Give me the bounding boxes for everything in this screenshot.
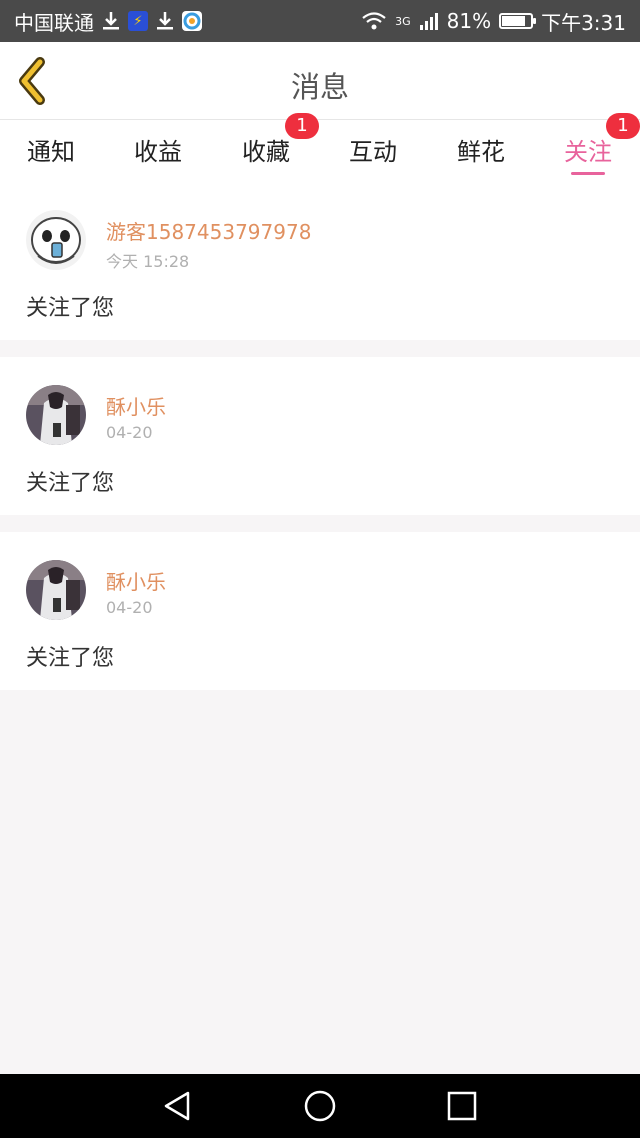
timestamp: 今天 15:28: [106, 252, 190, 271]
battery-percent: 81%: [446, 9, 492, 33]
wifi-icon: [361, 11, 387, 31]
favorites-unread-badge: 1: [285, 113, 319, 139]
back-triangle-icon: [164, 1091, 190, 1121]
status-bar-right: 3G 81% 下午3:31: [361, 7, 626, 36]
divider: [0, 515, 640, 532]
status-bar: 中国联通 ⚡ 3G 81% 下午3:31: [0, 0, 640, 42]
clock: 下午3:31: [541, 10, 626, 35]
battery-icon: [499, 13, 537, 29]
username[interactable]: 酥小乐: [106, 566, 166, 595]
status-bar-left: 中国联通 ⚡: [14, 7, 202, 36]
nav-recents-button[interactable]: [444, 1088, 480, 1124]
download-icon: [102, 11, 120, 31]
message-text: 关注了您: [26, 471, 115, 496]
timestamp: 04-20: [106, 423, 153, 442]
app-icon: [182, 11, 202, 31]
avatar[interactable]: [26, 210, 86, 270]
home-circle-icon: [304, 1090, 336, 1122]
list-item[interactable]: 酥小乐 04-20 关注了您: [0, 532, 640, 690]
list-item[interactable]: 游客1587453797978 今天 15:28 关注了您: [0, 182, 640, 340]
avatar[interactable]: [26, 385, 86, 445]
message-text: 关注了您: [26, 646, 115, 671]
timestamp: 04-20: [106, 598, 153, 617]
download-icon: [156, 11, 174, 31]
photo-avatar-icon: [26, 385, 86, 445]
username[interactable]: 游客1587453797978: [106, 216, 311, 245]
username[interactable]: 酥小乐: [106, 391, 166, 420]
tab-earnings[interactable]: 收益: [118, 132, 198, 167]
message-list: 游客1587453797978 今天 15:28 关注了您 酥小乐 04-20 …: [0, 182, 640, 690]
nav-home-button[interactable]: [302, 1088, 338, 1124]
tab-flowers[interactable]: 鲜花: [441, 132, 521, 167]
flash-app-icon: ⚡: [128, 11, 148, 31]
list-item[interactable]: 酥小乐 04-20 关注了您: [0, 357, 640, 515]
recents-square-icon: [447, 1091, 477, 1121]
system-nav-bar: [0, 1074, 640, 1138]
page-title: 消息: [290, 70, 349, 104]
divider: [0, 340, 640, 357]
network-type: 3G: [395, 14, 411, 28]
tab-interactions[interactable]: 互动: [333, 132, 413, 167]
avatar[interactable]: [26, 560, 86, 620]
following-unread-badge: 1: [606, 113, 640, 139]
carrier-name: 中国联通: [14, 10, 94, 35]
photo-avatar-icon: [26, 560, 86, 620]
nav-back-button[interactable]: [160, 1088, 196, 1124]
active-tab-indicator: [571, 172, 605, 175]
tab-notifications[interactable]: 通知: [11, 132, 91, 167]
tab-bar: 通知 收益 收藏 互动 鲜花 关注: [0, 120, 640, 182]
signal-icon: [419, 11, 439, 31]
message-text: 关注了您: [26, 296, 115, 321]
cartoon-avatar-icon: [26, 210, 86, 270]
header: 消息: [0, 42, 640, 120]
